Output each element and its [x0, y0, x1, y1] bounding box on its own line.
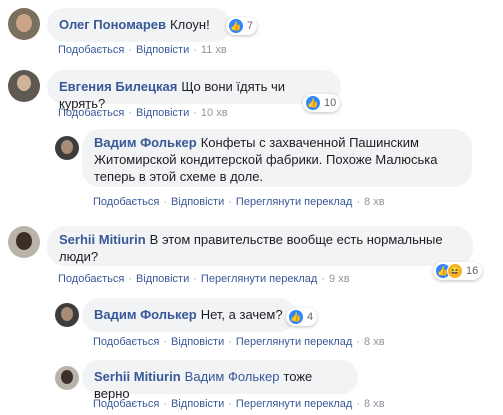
- comment-actions: Подобається · Відповісти · Переглянути перек…: [58, 273, 350, 285]
- comment-author[interactable]: Serhii Mitiurin: [59, 232, 146, 247]
- comment-actions: Подобається · Відповісти · Переглянути перек…: [93, 196, 385, 208]
- comment-bubble: Serhii Mitiurin В этом правительстве вооб…: [47, 226, 473, 266]
- comment-text: люди?: [59, 249, 99, 264]
- comment-text: Конфеты с захваченной Пашинским: [200, 135, 419, 150]
- timestamp[interactable]: 8 хв: [364, 398, 385, 410]
- comment-bubble: Serhii Mitiurin Вадим Фолькер тоже верно: [82, 360, 358, 401]
- timestamp[interactable]: 8 хв: [364, 196, 385, 208]
- reply-link[interactable]: Відповісти: [136, 107, 189, 119]
- avatar[interactable]: [8, 70, 40, 102]
- like-link[interactable]: Подобається: [93, 196, 159, 208]
- reply-link[interactable]: Відповісти: [136, 44, 189, 56]
- timestamp[interactable]: 11 хв: [201, 44, 227, 56]
- reaction-count[interactable]: 👍 4: [286, 308, 318, 326]
- comment-author[interactable]: Serhii Mitiurin: [94, 369, 181, 384]
- comment-author[interactable]: Евгения Билецкая: [59, 79, 177, 94]
- reply-link[interactable]: Відповісти: [171, 336, 224, 348]
- reply-link[interactable]: Відповісти: [171, 196, 224, 208]
- like-icon: 👍: [305, 95, 321, 111]
- translate-link[interactable]: Переглянути переклад: [236, 398, 352, 410]
- comment-actions: Подобається · Відповісти · 11 хв: [58, 44, 227, 56]
- translate-link[interactable]: Переглянути переклад: [201, 273, 317, 285]
- avatar[interactable]: [8, 226, 40, 258]
- comment-bubble: Евгения Билецкая Що вони їдять чи курять?: [47, 70, 341, 111]
- like-link[interactable]: Подобається: [58, 273, 124, 285]
- avatar[interactable]: [8, 8, 40, 40]
- comment-bubble: Вадим Фолькер Конфеты с захваченной Пашин…: [82, 129, 472, 187]
- comment-actions: Подобається · Відповісти · 10 хв: [58, 107, 228, 119]
- comment-bubble: Олег Пономарев Клоун!: [47, 8, 231, 42]
- comment-text: Клоун!: [170, 17, 210, 32]
- comment-text: Житомирской кондитерской фабрики. Похоже…: [94, 152, 438, 167]
- mention-link[interactable]: Вадим Фолькер: [185, 369, 280, 384]
- reaction-count[interactable]: 👍 😆 16: [433, 262, 483, 280]
- like-icon: 👍: [288, 309, 304, 325]
- comment-author[interactable]: Вадим Фолькер: [94, 135, 197, 150]
- like-icon: 👍: [228, 18, 244, 34]
- like-link[interactable]: Подобається: [93, 336, 159, 348]
- comment-text: теперь в этой схеме в доле.: [94, 169, 264, 184]
- reaction-count[interactable]: 👍 7: [226, 17, 258, 35]
- reply-link[interactable]: Відповісти: [136, 273, 189, 285]
- comment-text: Нет, а зачем?: [200, 307, 283, 322]
- like-link[interactable]: Подобається: [58, 107, 124, 119]
- timestamp[interactable]: 8 хв: [364, 336, 385, 348]
- avatar[interactable]: [55, 136, 79, 160]
- translate-link[interactable]: Переглянути переклад: [236, 336, 352, 348]
- timestamp[interactable]: 9 хв: [329, 273, 350, 285]
- comment-actions: Подобається · Відповісти · Переглянути перек…: [93, 398, 385, 410]
- like-link[interactable]: Подобається: [93, 398, 159, 410]
- translate-link[interactable]: Переглянути переклад: [236, 196, 352, 208]
- comment-author[interactable]: Вадим Фолькер: [94, 307, 197, 322]
- comment-actions: Подобається · Відповісти · Переглянути перек…: [93, 336, 385, 348]
- avatar[interactable]: [55, 366, 79, 390]
- reply-link[interactable]: Відповісти: [171, 398, 224, 410]
- like-link[interactable]: Подобається: [58, 44, 124, 56]
- comment-bubble: Вадим Фолькер Нет, а зачем?: [82, 298, 296, 332]
- timestamp[interactable]: 10 хв: [201, 107, 228, 119]
- comment-text: В этом правительстве вообще есть нормаль…: [149, 232, 443, 247]
- comment-author[interactable]: Олег Пономарев: [59, 17, 166, 32]
- haha-icon: 😆: [447, 263, 463, 279]
- avatar[interactable]: [55, 303, 79, 327]
- reaction-count[interactable]: 👍 10: [303, 94, 341, 112]
